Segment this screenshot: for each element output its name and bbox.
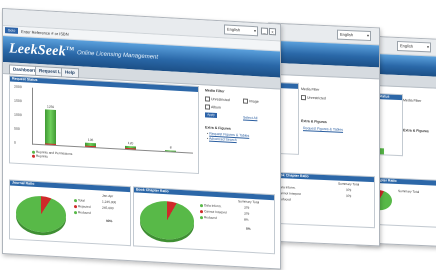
checkbox[interactable] bbox=[205, 96, 210, 102]
filter-option: Image bbox=[243, 98, 259, 104]
pie-row-value: 1,245,000 bbox=[102, 199, 117, 205]
filter-option: Album bbox=[205, 104, 221, 110]
panel-header: Journal Ratio bbox=[10, 180, 130, 193]
pie-total: 5% bbox=[246, 226, 251, 231]
pie-row-value: 379 bbox=[346, 187, 352, 193]
bar-data-label: 135 bbox=[87, 138, 94, 143]
panel-header: Book Chapter Ratio bbox=[134, 187, 274, 201]
pie-header: Summary Total bbox=[238, 199, 260, 205]
close-button[interactable]: x bbox=[269, 27, 276, 36]
bar-data-label: 1250 bbox=[47, 104, 55, 109]
pie-row-label: Cannot Interpret bbox=[278, 190, 302, 196]
y-tick-label: 1500 bbox=[14, 98, 22, 104]
pie-row: Data Inform. bbox=[200, 203, 222, 208]
apply-button[interactable]: Apply bbox=[205, 112, 217, 119]
book-pie-chart bbox=[140, 199, 194, 241]
language-select[interactable]: English bbox=[337, 29, 371, 42]
pie-row: Rejected bbox=[74, 204, 91, 209]
plot-area: 1250 135 120 8 bbox=[32, 87, 193, 154]
legend-swatch bbox=[32, 154, 35, 158]
background-window-2: English Media Filter Unrestricted Extra … bbox=[268, 22, 380, 247]
pie-row-value: 8% bbox=[244, 217, 249, 222]
checkbox[interactable] bbox=[243, 98, 248, 104]
y-tick-label: 0 bbox=[14, 140, 16, 145]
pie-row: Cannot Interpret bbox=[200, 209, 227, 215]
pie-row: Reduced bbox=[200, 215, 217, 220]
search-link[interactable]: • Advanced Search bbox=[207, 136, 237, 142]
pie-row-value: 245,000 bbox=[102, 205, 114, 211]
media-filter-title: Media Filter bbox=[403, 98, 422, 104]
checkbox[interactable] bbox=[301, 94, 306, 101]
chart-bar bbox=[165, 150, 177, 152]
y-tick-label: 500 bbox=[14, 126, 20, 131]
journal-pie-chart bbox=[16, 194, 66, 234]
goto-button[interactable]: Goto bbox=[5, 27, 18, 34]
language-select[interactable]: English bbox=[224, 24, 258, 37]
pie-panel: Book Chapter Ratio Data Inform. Cannot I… bbox=[273, 171, 375, 229]
app-logo: LeekSeekTM bbox=[9, 41, 75, 60]
chart-bar-reprints bbox=[125, 147, 137, 150]
figures-title: Extra & Figures bbox=[205, 125, 231, 131]
y-tick-label: 1000 bbox=[14, 112, 22, 118]
filter-option: Unrestricted bbox=[205, 96, 230, 102]
bar-data-label: 120 bbox=[127, 140, 134, 145]
tab-help[interactable]: Help bbox=[61, 67, 79, 79]
panel-header: Book Chapter Ratio bbox=[274, 172, 374, 183]
figures-title: Extra & Figures bbox=[403, 128, 429, 134]
main-window: English _ x Goto Enter Reference # or IS… bbox=[2, 8, 281, 270]
pie-row: Reduced bbox=[74, 210, 91, 215]
pie-row-value: 379 bbox=[244, 205, 250, 210]
pie-row-value: 93% bbox=[106, 218, 113, 224]
pie-row-value: 379 bbox=[346, 193, 352, 199]
app-tagline: Online Licensing Management bbox=[77, 50, 159, 61]
select-all-link[interactable]: Select All bbox=[243, 115, 257, 120]
pie-row-value: 379 bbox=[244, 211, 250, 216]
pie-row: Total bbox=[74, 198, 85, 203]
minimize-button[interactable]: _ bbox=[261, 27, 268, 35]
pie-header: Summary Total bbox=[338, 181, 360, 187]
media-filter-title: Media Filter bbox=[301, 86, 320, 92]
y-tick-label: 2000 bbox=[14, 84, 22, 90]
checkbox[interactable] bbox=[205, 104, 210, 110]
media-filter-title: Media Filter bbox=[205, 88, 225, 94]
address-text[interactable]: Enter Reference # or ISBN bbox=[21, 29, 69, 37]
bar-data-label: 8 bbox=[169, 145, 172, 150]
filter-option: Unrestricted bbox=[301, 94, 326, 101]
language-select[interactable]: English bbox=[397, 40, 431, 53]
chart-panel: Request Status 1250 135 120 8 Reprints and … bbox=[9, 75, 199, 175]
figures-link[interactable]: Request Figures & Tables bbox=[303, 126, 343, 132]
chart-bar-reprints bbox=[45, 143, 57, 146]
figures-title: Extra & Figures bbox=[301, 118, 327, 125]
book-ratio-panel: Book Chapter Ratio Summary Total Data In… bbox=[133, 186, 275, 255]
journal-ratio-panel: Journal Ratio Jan-Apr Total 1,245,000 Re… bbox=[9, 179, 131, 247]
chart-legend: Reprints and Permissions Reprints bbox=[32, 150, 72, 160]
chart-bar-reprints bbox=[85, 145, 97, 148]
pie-header: Jan-Apr bbox=[102, 193, 114, 199]
pie-header: Summary Total bbox=[398, 189, 420, 194]
chart-bar bbox=[45, 109, 57, 146]
